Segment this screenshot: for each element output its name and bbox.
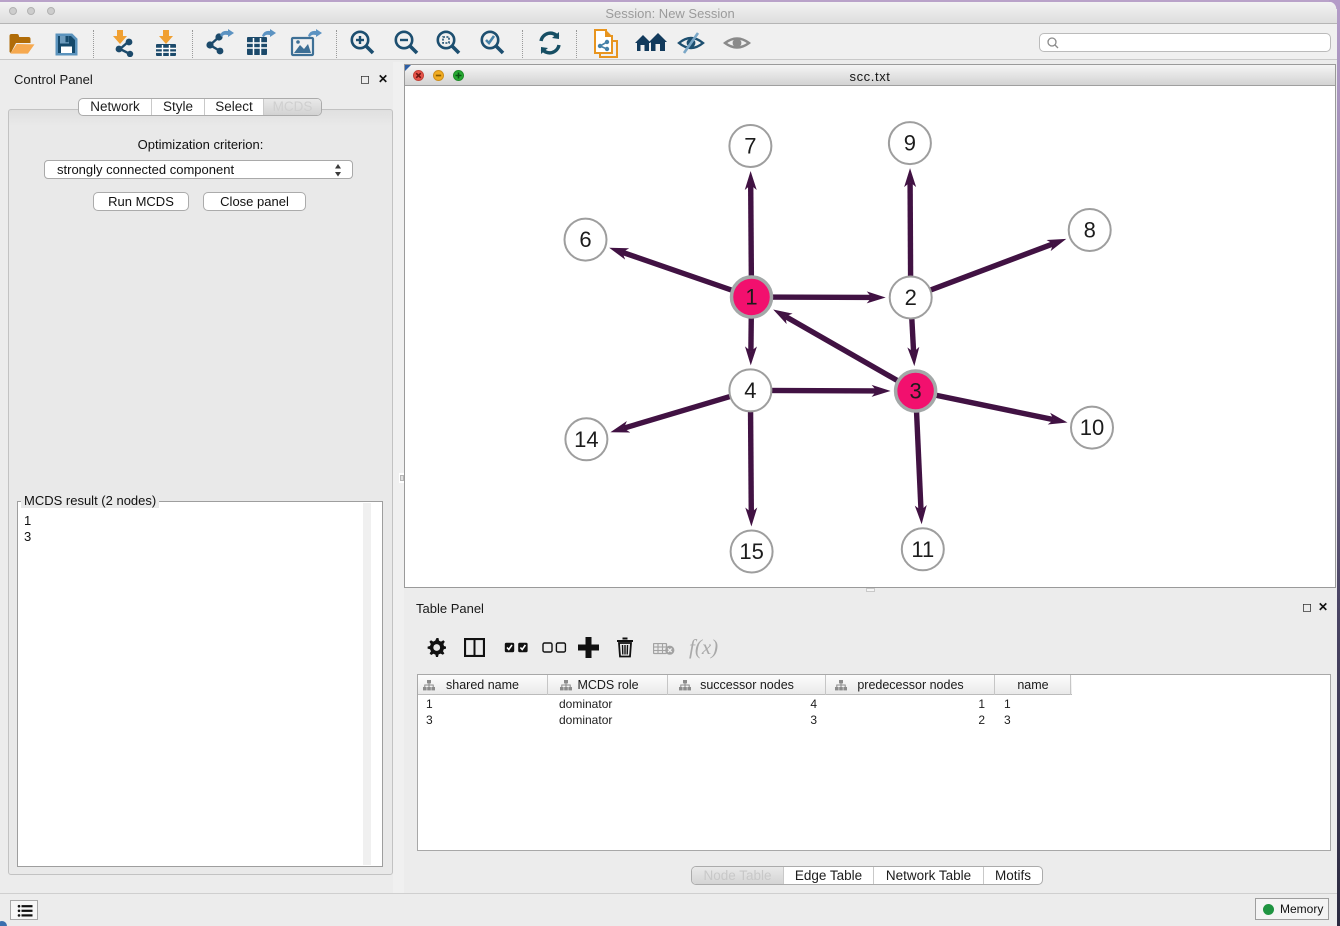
svg-text:4: 4 xyxy=(744,378,756,403)
svg-text:10: 10 xyxy=(1080,415,1104,440)
svg-text:7: 7 xyxy=(744,134,756,159)
svg-text:3: 3 xyxy=(909,379,921,404)
svg-text:2: 2 xyxy=(905,285,917,310)
svg-text:15: 15 xyxy=(739,539,763,564)
svg-text:6: 6 xyxy=(579,227,591,252)
svg-text:1: 1 xyxy=(745,285,757,310)
svg-text:11: 11 xyxy=(911,537,934,562)
svg-text:14: 14 xyxy=(574,427,598,452)
svg-text:9: 9 xyxy=(904,131,916,156)
svg-text:8: 8 xyxy=(1084,218,1096,243)
